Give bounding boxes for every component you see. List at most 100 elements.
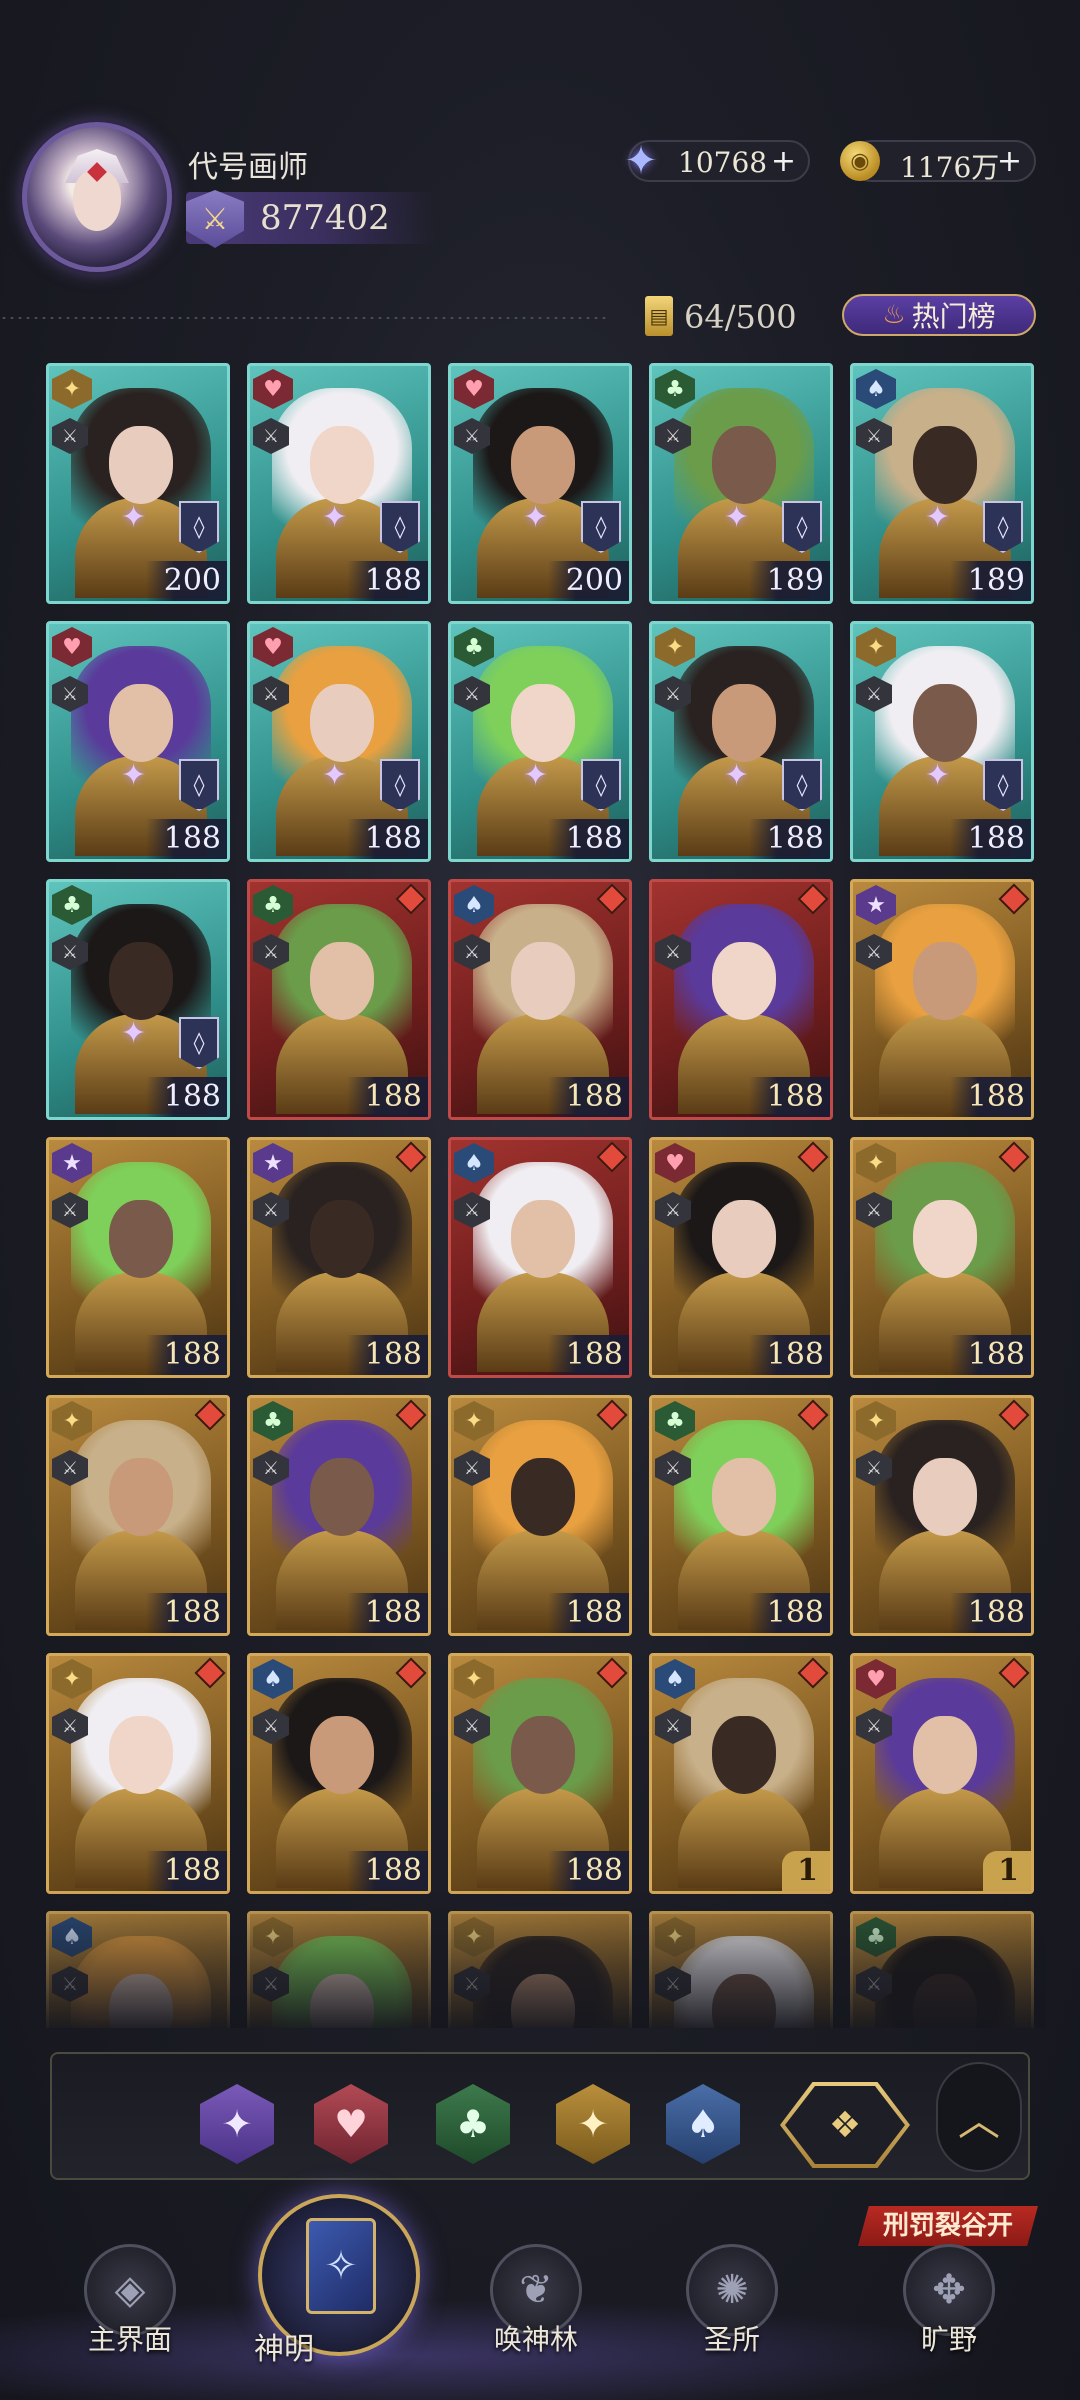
diamond-suit-icon: ✦: [856, 627, 896, 667]
nav-label: 神明: [254, 2332, 314, 2367]
nav-sanctuary[interactable]: ✺ 圣所: [652, 2244, 812, 2358]
gold-currency[interactable]: ◉ 1176万 +: [840, 140, 1036, 184]
nav-summon-forest[interactable]: ❦ 唤神林: [456, 2244, 616, 2358]
hero-card[interactable]: ★ ⚔ 188: [46, 1137, 230, 1378]
hero-face: [109, 942, 173, 1020]
nav-main-screen[interactable]: ◈ 主界面: [50, 2244, 210, 2358]
hero-card[interactable]: ✦ ⚔ 188: [448, 1395, 632, 1636]
hero-card[interactable]: ✦ ⚔: [247, 1911, 431, 2028]
hero-card[interactable]: ♣ ⚔ 188: [247, 1395, 431, 1636]
hero-portrait: [272, 1678, 412, 1888]
hero-card[interactable]: ✦ ⚔ ◊ ✦ 188: [850, 621, 1034, 862]
hero-card[interactable]: ✦ ⚔ 188: [46, 1653, 230, 1894]
tome-icon: ✧: [306, 2218, 376, 2314]
hero-card[interactable]: ♠ ⚔ 188: [448, 879, 632, 1120]
hero-portrait: [875, 904, 1015, 1114]
hot-ranking-button[interactable]: ♨ 热门榜: [842, 294, 1036, 336]
hero-card[interactable]: ♥ ⚔ ◊ ✦ 188: [247, 363, 431, 604]
club-suit-icon: ♣: [856, 1917, 896, 1957]
hero-portrait: [875, 1936, 1015, 2028]
spade-suit-icon: ♠: [253, 1659, 293, 1699]
add-star-currency-button[interactable]: +: [771, 144, 796, 179]
hero-card[interactable]: ✦ ⚔ 188: [850, 1395, 1034, 1636]
hero-face: [310, 1716, 374, 1794]
hero-portrait: [272, 1420, 412, 1630]
club-suit-icon: ♣: [655, 369, 695, 409]
hero-level: 1: [983, 1851, 1031, 1891]
nav-label: 旷野: [920, 2323, 977, 2356]
nav-wilderness[interactable]: ✥ 旷野: [874, 2244, 1024, 2358]
star-suit-icon: ★: [856, 885, 896, 925]
hero-face: [913, 1200, 977, 1278]
red-diamond-mark-icon: [998, 883, 1030, 915]
hero-portrait: [674, 1678, 814, 1888]
diamond-suit-icon: ✦: [655, 627, 695, 667]
filter-all-button[interactable]: ❖: [780, 2082, 910, 2168]
hero-card[interactable]: ✦ ⚔ ◊ ✦ 188: [649, 621, 833, 862]
hero-card[interactable]: ♣ ⚔ ◊ ✦ 189: [649, 363, 833, 604]
hero-card[interactable]: ★ ⚔ 188: [247, 1137, 431, 1378]
filter-club-button[interactable]: ♣: [436, 2084, 510, 2164]
roster-capacity: 64/500: [684, 298, 797, 336]
hero-card[interactable]: ♠ ⚔ 188: [448, 1137, 632, 1378]
collapse-filter-button[interactable]: ︿: [936, 2062, 1022, 2172]
hero-card[interactable]: ⚔ 188: [649, 879, 833, 1120]
hero-portrait: [272, 1936, 412, 2028]
hero-portrait: [473, 1936, 613, 2028]
hero-portrait: [875, 646, 1015, 856]
hero-card[interactable]: ♥ ⚔ ◊ ✦ 188: [247, 621, 431, 862]
filter-diamond-button[interactable]: ✦: [556, 2084, 630, 2164]
hero-card[interactable]: ♣ ⚔ ◊ ✦ 188: [46, 879, 230, 1120]
spade-suit-icon: ♠: [52, 1917, 92, 1957]
red-diamond-mark-icon: [596, 1657, 628, 1689]
hero-level: 188: [547, 1851, 629, 1891]
crossed-swords-icon: ⚔: [186, 190, 244, 248]
hero-card[interactable]: ♣ ⚔ ◊ ✦ 188: [448, 621, 632, 862]
hero-card[interactable]: ✦ ⚔ 188: [46, 1395, 230, 1636]
sparkle-icon: ✦: [925, 758, 951, 793]
event-banner[interactable]: 刑罚裂谷开启！: [858, 2206, 1038, 2246]
filter-spade-button[interactable]: ♠: [666, 2084, 740, 2164]
hero-card[interactable]: ✦ ⚔ ◊ ✦ 200: [46, 363, 230, 604]
player-avatar[interactable]: [22, 122, 172, 272]
red-diamond-mark-icon: [194, 1399, 226, 1431]
hero-card[interactable]: ♠ ⚔ 1: [649, 1653, 833, 1894]
sparkle-icon: ✦: [121, 1016, 147, 1051]
hero-face: [511, 684, 575, 762]
sparkle-icon: ✦: [523, 758, 549, 793]
hero-portrait: [674, 646, 814, 856]
add-gold-button[interactable]: +: [997, 144, 1022, 179]
hero-card[interactable]: ♣ ⚔ 188: [247, 879, 431, 1120]
hero-face: [913, 1974, 977, 2028]
hero-level: 188: [547, 1335, 629, 1375]
hero-card[interactable]: ♥ ⚔ 188: [649, 1137, 833, 1378]
hero-face: [310, 684, 374, 762]
hero-card[interactable]: ♣ ⚔ 188: [649, 1395, 833, 1636]
hero-card[interactable]: ♥ ⚔ 1: [850, 1653, 1034, 1894]
spade-suit-icon: ♠: [856, 369, 896, 409]
hero-card[interactable]: ✦ ⚔: [649, 1911, 833, 2028]
hero-card[interactable]: ✦ ⚔ 188: [850, 1137, 1034, 1378]
hero-level: 188: [748, 1335, 830, 1375]
red-diamond-mark-icon: [797, 883, 829, 915]
hero-card[interactable]: ★ ⚔ 188: [850, 879, 1034, 1120]
filter-heart-button[interactable]: ♥: [314, 2084, 388, 2164]
hero-face: [109, 1200, 173, 1278]
hero-level: 200: [547, 561, 629, 601]
hero-card[interactable]: ♥ ⚔ ◊ ✦ 188: [46, 621, 230, 862]
hero-card[interactable]: ♠ ⚔ 188: [247, 1653, 431, 1894]
hero-card[interactable]: ♠ ⚔: [46, 1911, 230, 2028]
hero-portrait: [875, 1678, 1015, 1888]
hero-card[interactable]: ♥ ⚔ ◊ ✦ 200: [448, 363, 632, 604]
hero-level: 189: [949, 561, 1031, 601]
star-currency[interactable]: ✦ 10768 +: [624, 138, 810, 184]
hero-card[interactable]: ✦ ⚔ 188: [448, 1653, 632, 1894]
hero-card[interactable]: ♠ ⚔ ◊ ✦ 189: [850, 363, 1034, 604]
suit-filter-bar: ✦ ♥ ♣ ✦ ♠ ❖ ︿: [50, 2052, 1030, 2180]
filter-star-button[interactable]: ✦: [200, 2084, 274, 2164]
hero-card[interactable]: ♣ ⚔: [850, 1911, 1034, 2028]
nav-gods[interactable]: ✧ 神明: [254, 2178, 424, 2378]
diamond-suit-icon: ✦: [454, 1917, 494, 1957]
hero-card[interactable]: ✦ ⚔: [448, 1911, 632, 2028]
hero-face: [310, 1974, 374, 2028]
